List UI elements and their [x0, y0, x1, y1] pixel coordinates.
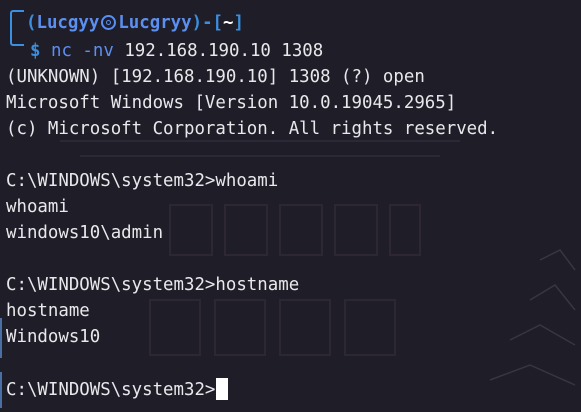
prompt-user: Lucgyy [36, 13, 100, 33]
prompt-path: ~ [223, 13, 234, 33]
output-line: windows10\admin [6, 223, 164, 243]
current-prompt: C:\WINDOWS\system32> [6, 380, 216, 400]
command-block-marker [0, 318, 2, 358]
output-line: (c) Microsoft Corporation. All rights re… [6, 119, 499, 139]
output-line: hostname [6, 301, 90, 321]
output-line: C:\WINDOWS\system32>whoami [6, 171, 279, 191]
command-flag: -nv [82, 41, 114, 61]
command-name: nc [50, 41, 72, 61]
text-cursor [216, 378, 229, 400]
prompt-command-line: $ nc -nv 192.168.190.10 1308 [30, 38, 323, 64]
prompt-host: Lucgryy [118, 13, 192, 33]
prompt-dollar: $ [30, 41, 41, 61]
command-block-marker [0, 372, 2, 408]
output-line: Windows10 [6, 327, 101, 347]
output-line: whoami [6, 197, 69, 217]
output-line: Microsoft Windows [Version 10.0.19045.29… [6, 93, 457, 113]
command-args: 192.168.190.10 1308 [124, 41, 324, 61]
output-line: C:\WINDOWS\system32>hostname [6, 275, 300, 295]
prompt-bracket [10, 10, 24, 46]
current-input-line[interactable]: C:\WINDOWS\system32> [6, 378, 229, 404]
prompt-header: (Lucgyy Lucgryy)-[~] [26, 13, 244, 33]
kali-skull-icon [101, 15, 117, 30]
terminal-window[interactable]: (Lucgyy Lucgryy)-[~] $ nc -nv 192.168.190… [0, 0, 581, 412]
output-line: (UNKNOWN) [192.168.190.10] 1308 (?) open [6, 67, 425, 87]
